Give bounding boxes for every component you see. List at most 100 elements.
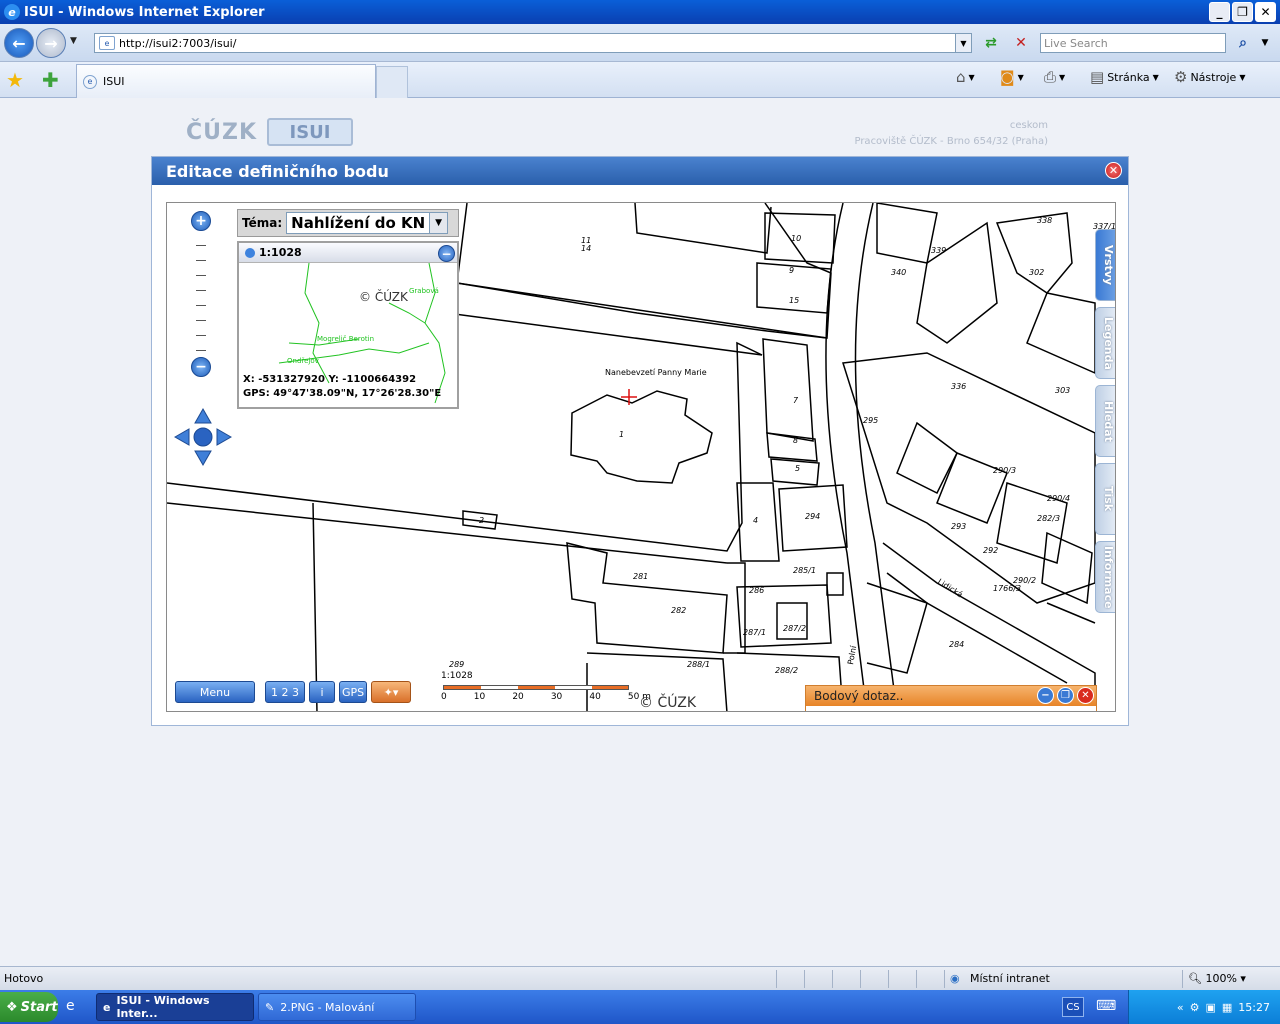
- chevron-down-icon[interactable]: ▼: [429, 213, 448, 233]
- zoom-level-tick[interactable]: [196, 260, 206, 261]
- quicklaunch-ie-icon[interactable]: e: [66, 998, 75, 1014]
- search-options-icon[interactable]: ▼: [1254, 32, 1276, 54]
- pan-control[interactable]: [173, 407, 233, 467]
- info-button[interactable]: i: [309, 681, 335, 703]
- tab-isui[interactable]: e ISUI: [76, 64, 376, 98]
- overview-map: 1:1028 − Grabová Mogrelič Berotin Ondřej…: [237, 241, 459, 409]
- minimize-button[interactable]: _: [1209, 2, 1230, 22]
- page-icon: e: [99, 36, 115, 50]
- tray-network-icon[interactable]: ⚙: [1190, 1001, 1200, 1014]
- point-query-restore-button[interactable]: ❐: [1057, 687, 1074, 704]
- feeds-button[interactable]: ◙ ▼: [1000, 68, 1024, 86]
- taskbar-item-paint[interactable]: ✎ 2.PNG - Malování: [258, 993, 416, 1021]
- parcel-boundary: [876, 203, 938, 264]
- language-indicator[interactable]: CS: [1062, 997, 1084, 1017]
- taskbar-item-ie[interactable]: e ISUI - Windows Inter...: [96, 993, 254, 1021]
- theme-value: Nahlížení do KN: [291, 214, 426, 232]
- favorites-star-icon[interactable]: ★: [6, 68, 24, 92]
- zoom-level-tick[interactable]: [196, 350, 206, 351]
- paint-task-icon: ✎: [265, 1000, 275, 1014]
- tab-label: ISUI: [103, 75, 125, 88]
- tools-menu[interactable]: ⚙ Nástroje ▼: [1174, 68, 1245, 86]
- pan-right-icon[interactable]: [216, 428, 233, 446]
- add-favorite-icon[interactable]: ✚: [42, 68, 59, 92]
- parcel-boundary: [456, 203, 832, 339]
- tab-hledat[interactable]: Hledat: [1095, 385, 1115, 457]
- restore-button[interactable]: ❐: [1232, 2, 1253, 22]
- parcel-label: 9: [789, 266, 794, 275]
- tools-dropdown-button[interactable]: ✦▾: [371, 681, 411, 703]
- pan-up-icon[interactable]: [194, 407, 212, 424]
- new-tab-button[interactable]: [376, 66, 408, 98]
- start-label: Start: [20, 999, 58, 1015]
- tray-app-icon[interactable]: ▣: [1205, 1001, 1215, 1014]
- forward-button[interactable]: →: [36, 28, 66, 58]
- address-input[interactable]: e http://isui2:7003/isui/ ▼: [94, 33, 972, 53]
- zoom-level-tick[interactable]: [196, 305, 206, 306]
- tray-monitor-icon[interactable]: ▦: [1222, 1001, 1232, 1014]
- zoom-level-tick[interactable]: [196, 320, 206, 321]
- zoom-level-tick[interactable]: [196, 275, 206, 276]
- parcel-label: 339: [931, 246, 946, 255]
- tab-page-icon: e: [83, 74, 97, 89]
- start-button[interactable]: ❖ Start: [0, 992, 58, 1022]
- home-button[interactable]: ⌂ ▼: [956, 68, 975, 86]
- tab-label: Legenda: [1102, 316, 1115, 370]
- overview-icon: [245, 247, 255, 258]
- pan-center-icon[interactable]: [193, 427, 213, 447]
- parcel-boundary: [1026, 292, 1096, 375]
- history-dropdown-icon[interactable]: ▼: [70, 36, 77, 46]
- back-button[interactable]: ←: [4, 28, 34, 58]
- tray-expand-icon[interactable]: «: [1177, 1001, 1184, 1014]
- refresh-icon[interactable]: ⇄: [980, 32, 1002, 54]
- keyboard-icon[interactable]: ⌨: [1096, 998, 1116, 1014]
- point-query-minimize-button[interactable]: −: [1037, 687, 1054, 704]
- parcel-boundary: [1046, 602, 1096, 624]
- tab-tisk[interactable]: Tisk: [1095, 463, 1115, 535]
- coordinates-xy: X: -531327920 Y: -1100664392: [243, 374, 417, 385]
- print-button[interactable]: ⎙ ▼: [1044, 68, 1065, 86]
- point-query-close-button[interactable]: ✕: [1077, 687, 1094, 704]
- tab-informace[interactable]: Informace: [1095, 541, 1115, 613]
- parcel-label: 14: [581, 244, 591, 253]
- parcel-label: 15: [789, 296, 799, 305]
- search-icon[interactable]: ⌕: [1232, 32, 1254, 54]
- address-dropdown-icon[interactable]: ▼: [955, 34, 971, 52]
- stop-icon[interactable]: ✕: [1010, 32, 1032, 54]
- measure-button[interactable]: 1 2 3: [265, 681, 305, 703]
- road-edge: [886, 572, 1068, 684]
- status-bar: Hotovo ◉ Místní intranet 🔍︎ 100% ▾: [0, 966, 1280, 990]
- tab-legenda[interactable]: Legenda: [1095, 307, 1115, 379]
- gps-button[interactable]: GPS: [339, 681, 367, 703]
- page-menu[interactable]: ▤ Stránka ▼: [1090, 68, 1159, 86]
- overview-minimize-button[interactable]: −: [438, 245, 455, 262]
- menu-label: Menu: [199, 685, 231, 699]
- search-placeholder: Live Search: [1044, 36, 1108, 50]
- dialog-close-button[interactable]: ✕: [1105, 162, 1122, 179]
- road-edge: [446, 312, 763, 356]
- cadastral-map[interactable]: 11 14 10 338 337/1 340 339 302 15 9 7 8 …: [166, 202, 1116, 712]
- zoom-control: + −: [191, 211, 211, 377]
- parcel-boundary: [776, 602, 808, 640]
- theme-select[interactable]: Nahlížení do KN ▼: [286, 212, 449, 234]
- zoom-level-tick[interactable]: [196, 335, 206, 336]
- zoom-out-button[interactable]: −: [191, 357, 211, 377]
- parcel-label: 290/4: [1047, 494, 1070, 503]
- clock: 15:27: [1238, 1000, 1270, 1014]
- theme-selector: Téma: Nahlížení do KN ▼: [237, 209, 459, 237]
- close-window-button[interactable]: ✕: [1255, 2, 1276, 22]
- zoom-in-button[interactable]: +: [191, 211, 211, 231]
- pan-left-icon[interactable]: [173, 428, 190, 446]
- menu-button[interactable]: Menu: [175, 681, 255, 703]
- zoom-level-control[interactable]: 🔍︎ 100% ▾: [1188, 972, 1246, 985]
- scale-graphic: [443, 685, 629, 690]
- search-input[interactable]: Live Search: [1040, 33, 1226, 53]
- printer-icon: ⎙: [1044, 68, 1057, 86]
- overview-scale: 1:1028: [259, 246, 302, 259]
- pan-down-icon[interactable]: [194, 450, 212, 467]
- parcel-boundary: [916, 221, 998, 344]
- tab-vrstvy[interactable]: Vrstvy: [1095, 229, 1115, 301]
- zoom-level-tick[interactable]: [196, 290, 206, 291]
- church-building: [570, 390, 713, 484]
- zoom-level-tick[interactable]: [196, 245, 206, 246]
